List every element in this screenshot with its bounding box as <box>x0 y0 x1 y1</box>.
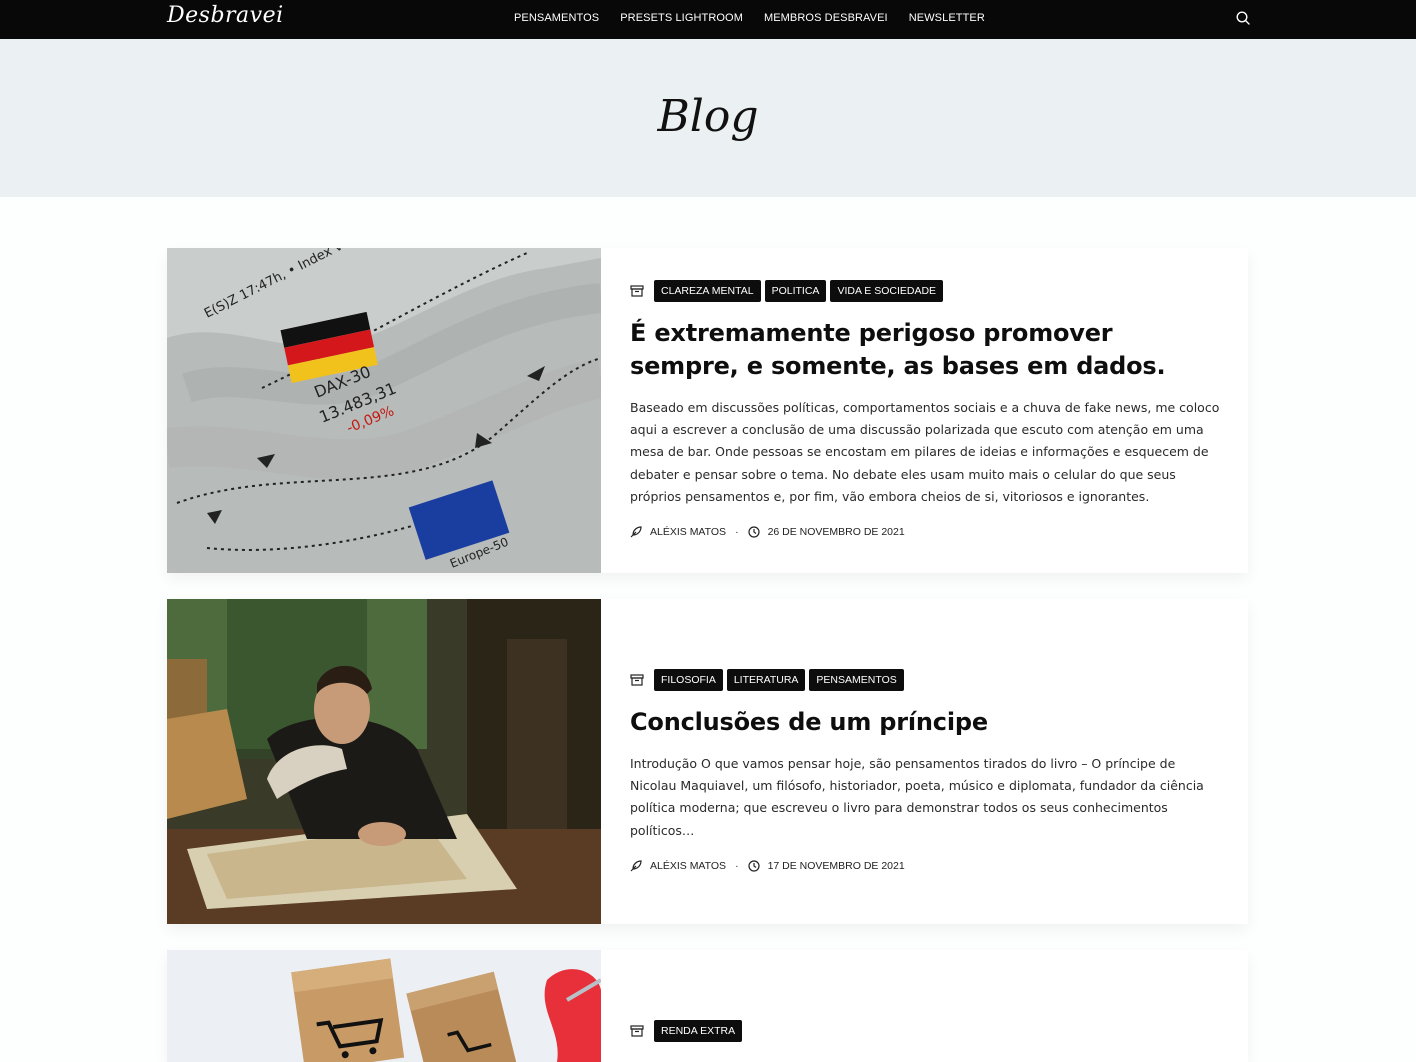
main-menu: PENSAMENTOS PRESETS LIGHTROOM MEMBROS DE… <box>514 12 985 24</box>
category-badge[interactable]: LITERATURA <box>726 669 806 691</box>
feather-icon <box>630 860 642 872</box>
clock-icon <box>747 860 760 872</box>
post-title[interactable]: Conclusões de um príncipe <box>630 706 1224 739</box>
category-badge[interactable]: FILOSOFIA <box>654 669 723 691</box>
post-meta: ALÉXIS MATOS · 17 DE NOVEMBRO DE 2021 <box>630 860 1224 872</box>
menu-item-membros-desbravei[interactable]: MEMBROS DESBRAVEI <box>764 12 888 24</box>
folder-icon <box>630 285 644 297</box>
post-image[interactable]: E(S)Z 17:47h, • Index vom Vortag DAX-30 … <box>167 248 601 573</box>
post-categories: RENDA EXTRA <box>630 1020 1224 1042</box>
page-title: Blog <box>657 91 759 142</box>
category-badge[interactable]: VIDA E SOCIEDADE <box>830 280 944 302</box>
category-badge[interactable]: POLITICA <box>764 280 827 302</box>
menu-item-pensamentos[interactable]: PENSAMENTOS <box>514 12 599 24</box>
site-logo[interactable]: Desbravei <box>167 3 284 28</box>
folder-icon <box>630 674 644 686</box>
post-excerpt: Introdução O que vamos pensar hoje, são … <box>630 756 1204 838</box>
post-card: E(S)Z 17:47h, • Index vom Vortag DAX-30 … <box>167 248 1248 573</box>
post-title[interactable]: É extremamente perigoso promover sempre,… <box>630 317 1224 383</box>
post-body: FILOSOFIA LITERATURA PENSAMENTOS Conclus… <box>630 669 1224 872</box>
post-date: 26 DE NOVEMBRO DE 2021 <box>767 526 905 539</box>
category-badge[interactable]: CLAREZA MENTAL <box>654 280 761 302</box>
post-categories: FILOSOFIA LITERATURA PENSAMENTOS <box>630 669 1224 691</box>
page-header: Blog <box>0 39 1416 197</box>
post-author[interactable]: ALÉXIS MATOS <box>650 860 726 872</box>
meta-separator: · <box>735 526 739 539</box>
post-date: 17 DE NOVEMBRO DE 2021 <box>767 859 905 872</box>
post-body: CLAREZA MENTAL POLITICA VIDA E SOCIEDADE… <box>630 280 1224 538</box>
menu-item-presets-lightroom[interactable]: PRESETS LIGHTROOM <box>620 12 743 24</box>
post-meta: ALÉXIS MATOS · 26 DE NOVEMBRO DE 2021 <box>630 526 1224 538</box>
post-body: RENDA EXTRA <box>630 1020 1224 1042</box>
post-card: FILOSOFIA LITERATURA PENSAMENTOS Conclus… <box>167 599 1248 924</box>
meta-separator: · <box>735 859 739 872</box>
post-card: RENDA EXTRA <box>167 950 1248 1062</box>
search-icon[interactable] <box>1236 11 1250 25</box>
post-image[interactable] <box>167 950 601 1062</box>
menu-item-newsletter[interactable]: NEWSLETTER <box>909 12 985 24</box>
top-nav: Desbravei PENSAMENTOS PRESETS LIGHTROOM … <box>0 0 1416 39</box>
post-categories: CLAREZA MENTAL POLITICA VIDA E SOCIEDADE <box>630 280 1224 302</box>
category-badge[interactable]: RENDA EXTRA <box>654 1020 743 1042</box>
post-author[interactable]: ALÉXIS MATOS <box>650 526 726 538</box>
post-image[interactable] <box>167 599 601 924</box>
feather-icon <box>630 526 642 538</box>
clock-icon <box>747 526 760 538</box>
folder-icon <box>630 1025 644 1037</box>
category-badge[interactable]: PENSAMENTOS <box>809 669 904 691</box>
post-excerpt: Baseado em discussões políticas, comport… <box>630 400 1220 504</box>
